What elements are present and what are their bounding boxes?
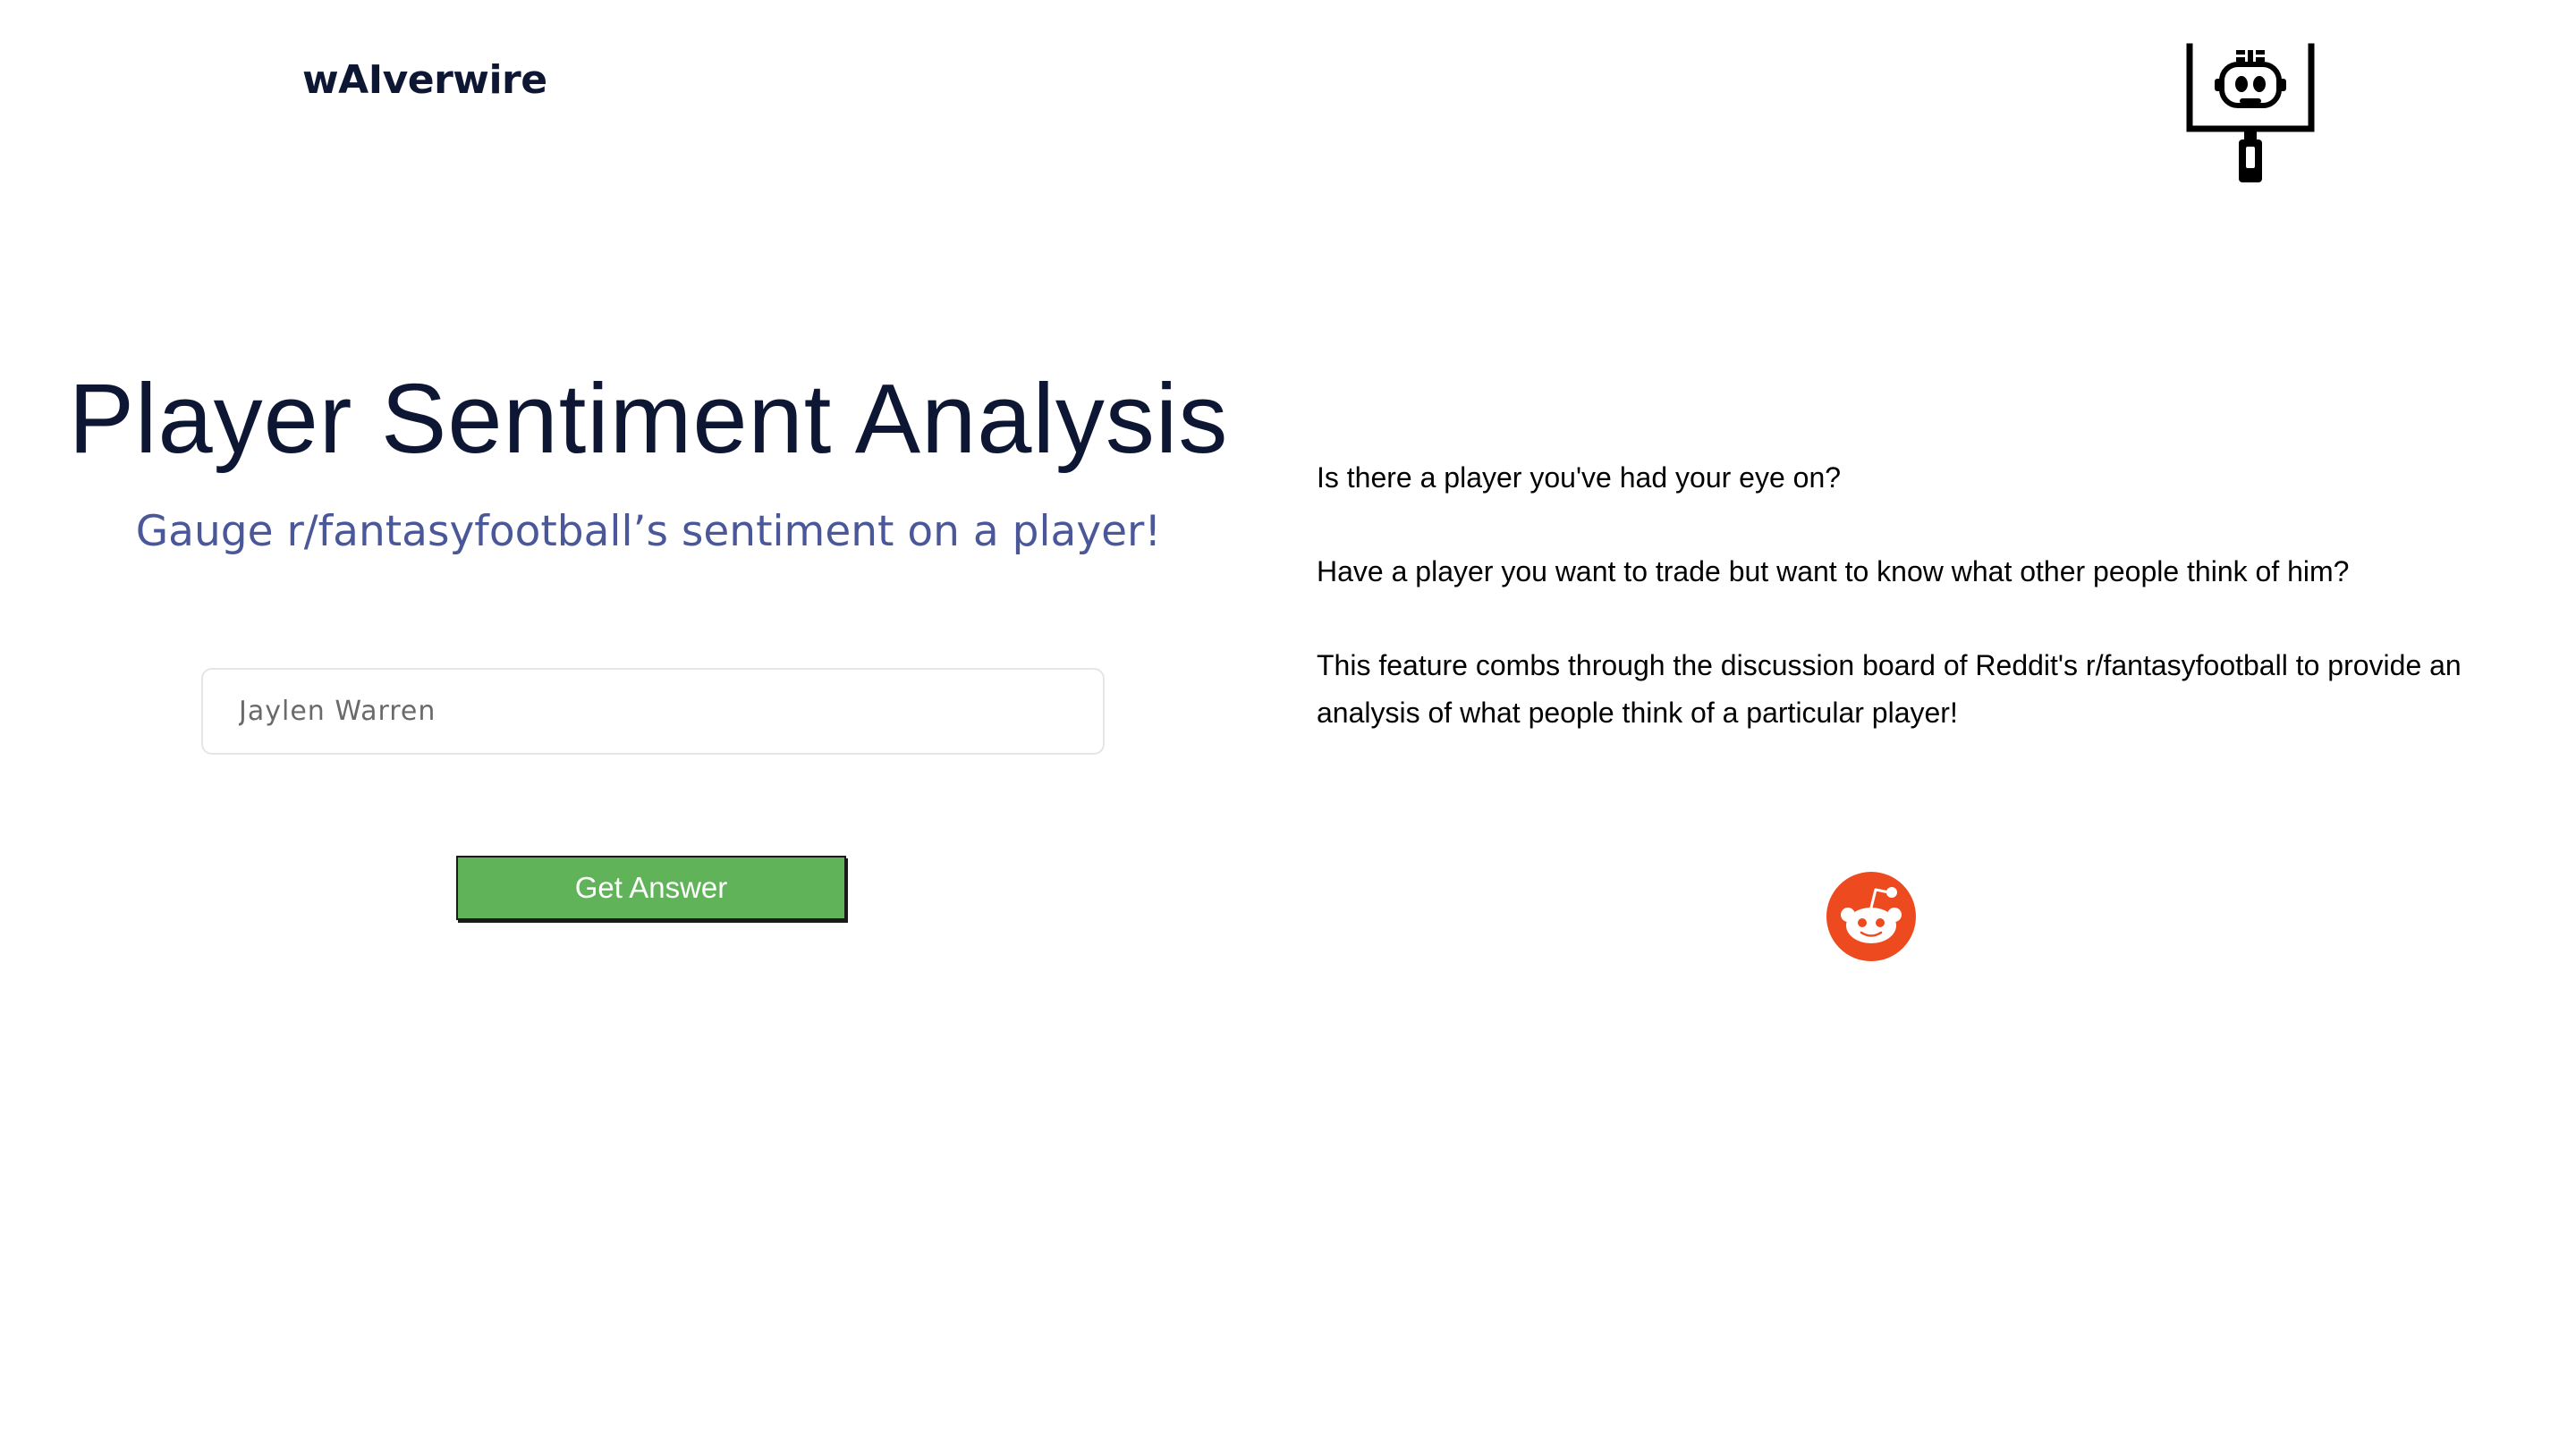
get-answer-button[interactable]: Get Answer: [456, 856, 846, 920]
page-subtitle: Gauge r/fantasyfootball’s sentiment on a…: [135, 507, 1162, 556]
description-paragraph: Have a player you want to trade but want…: [1317, 555, 2350, 587]
player-name-input[interactable]: [201, 668, 1105, 755]
goalpost-robot-icon[interactable]: [2182, 43, 2317, 186]
description-paragraph: This feature combs through the discussio…: [1317, 649, 2462, 729]
reddit-icon[interactable]: [1826, 872, 1916, 961]
description-paragraph: Is there a player you've had your eye on…: [1317, 461, 1842, 494]
brand-logo-text[interactable]: wAIverwire: [302, 57, 547, 103]
page-title: Player Sentiment Analysis: [68, 364, 1229, 474]
